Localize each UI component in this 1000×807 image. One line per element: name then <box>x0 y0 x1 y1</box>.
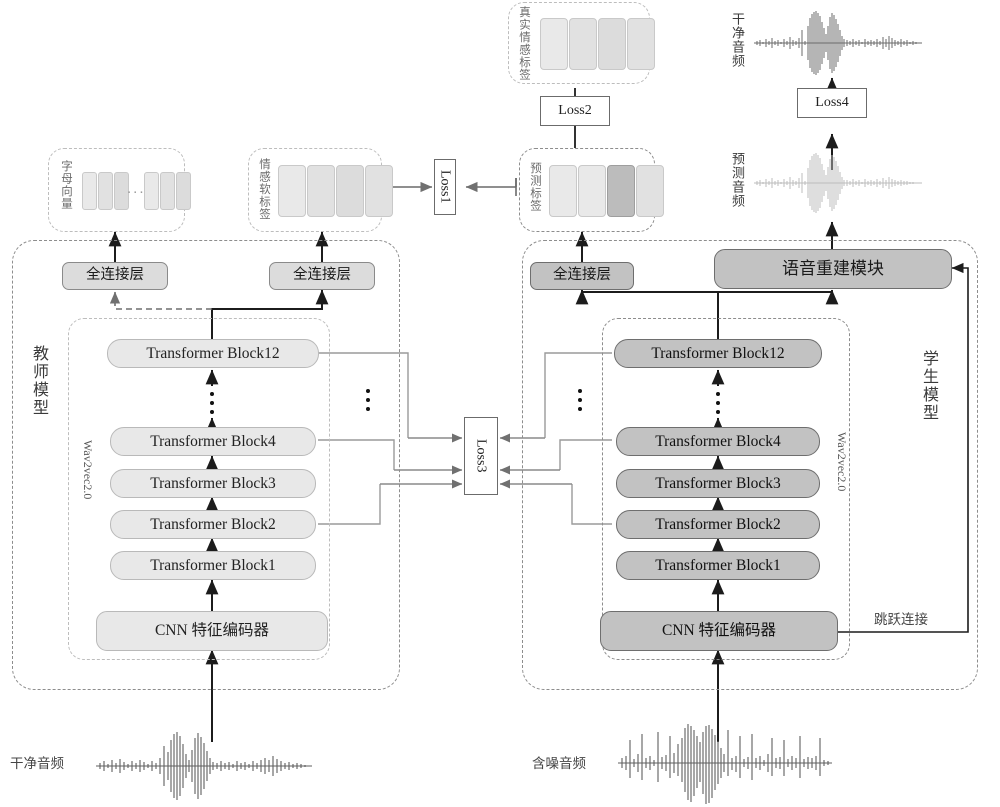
student-cnn-encoder[interactable]: CNN 特征编码器 <box>600 611 838 651</box>
token <box>627 18 655 70</box>
letter-vector-tokens-left <box>82 172 129 210</box>
token <box>569 18 597 70</box>
teacher-transformer-block12[interactable]: Transformer Block12 <box>107 339 319 368</box>
token <box>144 172 159 210</box>
speech-reconstruction-module[interactable]: 语音重建模块 <box>714 249 952 289</box>
letter-vector-tokens-right <box>144 172 191 210</box>
noisy-audio-input-label: 含噪音频 <box>532 756 586 771</box>
teacher-inner-dot-1 <box>210 392 214 396</box>
student-outer-dot-1 <box>578 389 582 393</box>
student-backbone-label: Wav2vec2.0 <box>835 432 849 492</box>
noisy-audio-input-waveform <box>612 720 852 806</box>
token <box>98 172 113 210</box>
clean-audio-waveform-top <box>752 8 932 78</box>
loss2-box[interactable]: Loss2 <box>540 96 610 126</box>
teacher-inner-dot-2 <box>210 401 214 405</box>
token <box>336 165 364 217</box>
true-emotion-label-tokens <box>540 18 655 70</box>
token <box>549 165 577 217</box>
token <box>636 165 664 217</box>
token <box>82 172 97 210</box>
diagram-canvas: 教师模型 Wav2vec2.0 全连接层 全连接层 Transformer Bl… <box>0 0 1000 807</box>
teacher-transformer-block2[interactable]: Transformer Block2 <box>110 510 316 539</box>
student-outer-dot-3 <box>578 407 582 411</box>
teacher-transformer-block4[interactable]: Transformer Block4 <box>110 427 316 456</box>
emotion-soft-label-caption: 情感软标签 <box>258 158 270 221</box>
letter-vector-ellipsis: ... <box>127 180 146 197</box>
token <box>278 165 306 217</box>
student-transformer-block12[interactable]: Transformer Block12 <box>614 339 822 368</box>
loss4-box[interactable]: Loss4 <box>797 88 867 118</box>
student-model-label: 学生模型 <box>920 350 937 422</box>
student-inner-dot-1 <box>716 392 720 396</box>
teacher-fc-right[interactable]: 全连接层 <box>269 262 375 290</box>
student-transformer-block1[interactable]: Transformer Block1 <box>616 551 820 580</box>
letter-vector-label: 字母向量 <box>60 160 72 210</box>
token <box>607 165 635 217</box>
student-transformer-block2[interactable]: Transformer Block2 <box>616 510 820 539</box>
student-fc[interactable]: 全连接层 <box>530 262 634 290</box>
student-transformer-block4[interactable]: Transformer Block4 <box>616 427 820 456</box>
token <box>578 165 606 217</box>
token <box>598 18 626 70</box>
student-inner-dot-3 <box>716 410 720 414</box>
teacher-cnn-encoder[interactable]: CNN 特征编码器 <box>96 611 328 651</box>
predicted-audio-waveform <box>752 148 932 218</box>
clean-audio-input-label: 干净音频 <box>10 756 64 771</box>
teacher-transformer-block3[interactable]: Transformer Block3 <box>110 469 316 498</box>
clean-audio-input-waveform <box>92 730 332 802</box>
teacher-backbone-label: Wav2vec2.0 <box>81 440 95 500</box>
teacher-model-label: 教师模型 <box>30 345 47 417</box>
clean-audio-label-top: 干净音频 <box>730 12 745 68</box>
token <box>365 165 393 217</box>
emotion-soft-label-tokens <box>278 165 393 217</box>
token <box>160 172 175 210</box>
teacher-inner-dot-3 <box>210 410 214 414</box>
student-outer-dot-2 <box>578 398 582 402</box>
true-emotion-label-caption: 真实情感标签 <box>518 6 530 81</box>
predicted-label-caption: 预测标签 <box>529 162 541 212</box>
loss3-box[interactable]: Loss3 <box>464 417 498 495</box>
teacher-outer-dot-2 <box>366 398 370 402</box>
teacher-fc-left[interactable]: 全连接层 <box>62 262 168 290</box>
token <box>540 18 568 70</box>
predicted-label-tokens <box>549 165 664 217</box>
predicted-audio-label: 预测音频 <box>730 152 745 208</box>
student-inner-dot-2 <box>716 401 720 405</box>
teacher-outer-dot-3 <box>366 407 370 411</box>
token <box>176 172 191 210</box>
loss1-box[interactable]: Loss1 <box>434 159 456 215</box>
skip-connection-label: 跳跃连接 <box>874 612 928 627</box>
teacher-transformer-block1[interactable]: Transformer Block1 <box>110 551 316 580</box>
teacher-outer-dot-1 <box>366 389 370 393</box>
token <box>307 165 335 217</box>
student-transformer-block3[interactable]: Transformer Block3 <box>616 469 820 498</box>
